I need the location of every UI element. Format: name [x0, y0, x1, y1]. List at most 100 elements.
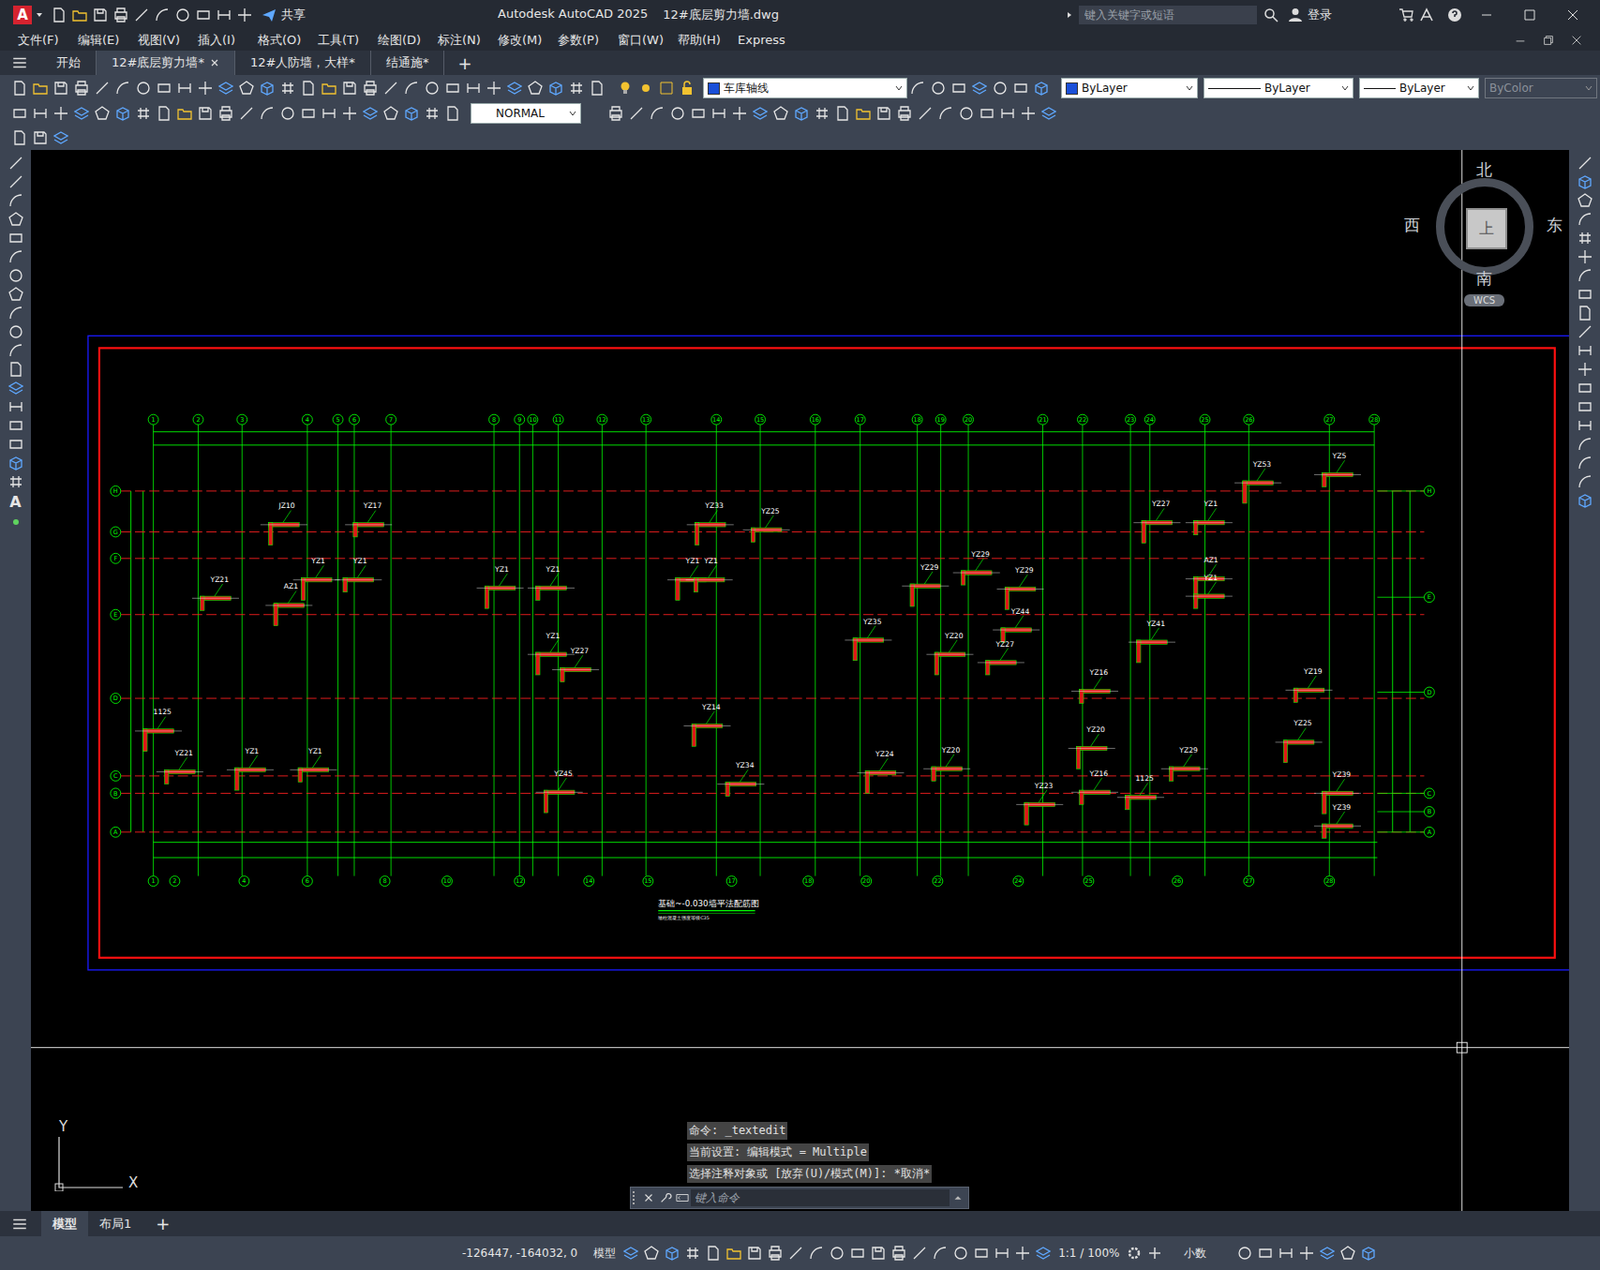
line-icon[interactable] [91, 80, 113, 96]
wall-column[interactable]: YZ39 [1314, 803, 1361, 839]
dim-icon[interactable] [1275, 1245, 1297, 1261]
wall-column[interactable]: YZ44 [992, 607, 1040, 643]
layer-icon[interactable] [1316, 1245, 1338, 1261]
dim-icon[interactable] [1574, 418, 1596, 434]
rect-icon[interactable] [971, 1245, 992, 1261]
print-icon[interactable] [71, 80, 92, 96]
arc-icon[interactable] [151, 7, 173, 23]
dim-icon[interactable] [174, 80, 195, 96]
cube-icon[interactable] [5, 455, 27, 471]
grid-icon[interactable] [566, 80, 587, 96]
folder-icon[interactable] [723, 1245, 745, 1261]
wall-column[interactable]: YZ45 [536, 769, 584, 813]
cube-icon[interactable] [1358, 1245, 1379, 1261]
save-icon[interactable] [29, 130, 51, 146]
print-icon[interactable] [215, 105, 237, 121]
autodesk-icon[interactable] [1416, 7, 1437, 23]
prompt-icon[interactable] [673, 1191, 691, 1205]
poly-icon[interactable] [1574, 193, 1596, 209]
rect-icon[interactable] [298, 105, 319, 121]
print-icon[interactable] [605, 105, 627, 121]
doc-icon[interactable] [9, 130, 30, 146]
menu-item[interactable]: 绘图(D) [371, 31, 432, 49]
layer-icon[interactable] [969, 80, 990, 96]
dim-icon[interactable] [29, 105, 51, 121]
caret-icon[interactable] [35, 11, 44, 19]
wall-column[interactable]: YZ1 [477, 565, 524, 609]
dim-icon[interactable] [5, 399, 27, 415]
save-icon[interactable] [89, 7, 111, 23]
move-icon[interactable] [483, 80, 505, 96]
doc-icon[interactable] [9, 80, 30, 96]
wall-column[interactable]: 1125 [134, 707, 182, 751]
text-style-dropdown[interactable]: NORMAL [470, 103, 582, 124]
cube-icon[interactable] [1031, 80, 1052, 96]
save-icon[interactable] [873, 105, 895, 121]
layer-icon[interactable] [359, 105, 381, 121]
rect-icon[interactable] [1255, 1245, 1276, 1261]
wall-column[interactable]: JZ10 [260, 501, 308, 545]
wall-column[interactable]: YZ29 [953, 550, 1001, 586]
wall-column[interactable]: YZ21 [192, 575, 240, 612]
doc-icon[interactable] [832, 105, 853, 121]
line-icon[interactable] [1574, 155, 1596, 171]
lock-icon[interactable] [676, 80, 698, 96]
arc-icon[interactable] [112, 80, 134, 96]
folder-icon[interactable] [174, 105, 195, 121]
close-icon[interactable] [209, 58, 220, 68]
arc-icon[interactable] [935, 105, 957, 121]
arc-icon[interactable] [5, 305, 27, 321]
grid-icon[interactable] [682, 1245, 703, 1261]
wall-column[interactable]: YZ41 [1128, 619, 1176, 663]
document-tab[interactable]: 12#人防墙，大样* [235, 50, 372, 75]
wall-column[interactable]: 1125 [1117, 774, 1165, 810]
cube-icon[interactable] [1574, 174, 1596, 190]
layer-icon[interactable] [50, 130, 72, 146]
rect-icon[interactable] [442, 80, 464, 96]
dim-icon[interactable] [213, 7, 235, 23]
poly-icon[interactable] [5, 286, 27, 302]
circle-icon[interactable] [172, 7, 194, 23]
print-icon[interactable] [888, 1245, 910, 1261]
compass-west[interactable]: 西 [1404, 214, 1421, 237]
wall-column[interactable]: YZ23 [1016, 781, 1063, 825]
print-icon[interactable] [764, 1245, 786, 1261]
wall-column[interactable]: YZ29 [997, 566, 1045, 610]
plus-icon[interactable] [1144, 1245, 1166, 1261]
menu-item[interactable]: 视图(V) [131, 31, 192, 49]
wall-column[interactable]: YZ27 [977, 639, 1025, 675]
folder-icon[interactable] [29, 80, 51, 96]
doc-icon[interactable] [153, 105, 175, 121]
document-tab[interactable]: 12#底层剪力墙* [96, 50, 236, 75]
wall-column[interactable]: YZ1 [289, 747, 337, 783]
linetype-dropdown[interactable]: ByLayer [1203, 77, 1354, 99]
move-icon[interactable] [1574, 361, 1596, 377]
move-icon[interactable] [1017, 105, 1039, 121]
arc-icon[interactable] [907, 80, 928, 96]
wall-column[interactable]: YZ53 [1234, 460, 1282, 504]
line-icon[interactable] [914, 105, 936, 121]
arc-icon[interactable] [646, 105, 668, 121]
app-logo[interactable]: A [13, 5, 32, 25]
save-icon[interactable] [339, 80, 360, 96]
maximize-icon[interactable] [1508, 7, 1552, 23]
wall-column[interactable]: YZ1 [1185, 573, 1233, 610]
doc-icon[interactable] [298, 80, 319, 96]
wall-column[interactable]: AZ1 [1185, 555, 1233, 599]
poly-icon[interactable] [236, 80, 257, 96]
layer-dropdown[interactable]: 车库轴线 [702, 77, 908, 99]
line-icon[interactable] [380, 80, 402, 96]
units-dropdown[interactable]: 小数 [1165, 1245, 1235, 1262]
wall-column[interactable]: YZ29 [901, 563, 949, 607]
color-dropdown[interactable]: ByLayer [1061, 77, 1198, 99]
grid-icon[interactable] [421, 105, 443, 121]
dim-icon[interactable] [708, 105, 730, 121]
wall-column[interactable]: YZ29 [1161, 746, 1209, 782]
annotation-scale[interactable]: 1:1 / 100% [1053, 1246, 1124, 1260]
circle-icon[interactable] [927, 80, 949, 96]
rect-icon[interactable] [5, 436, 27, 452]
arc-icon[interactable] [5, 193, 27, 209]
layout-tab[interactable]: 布局1 [88, 1211, 143, 1237]
cube-icon[interactable] [791, 105, 812, 121]
cube-face[interactable]: 上 [1465, 208, 1508, 250]
